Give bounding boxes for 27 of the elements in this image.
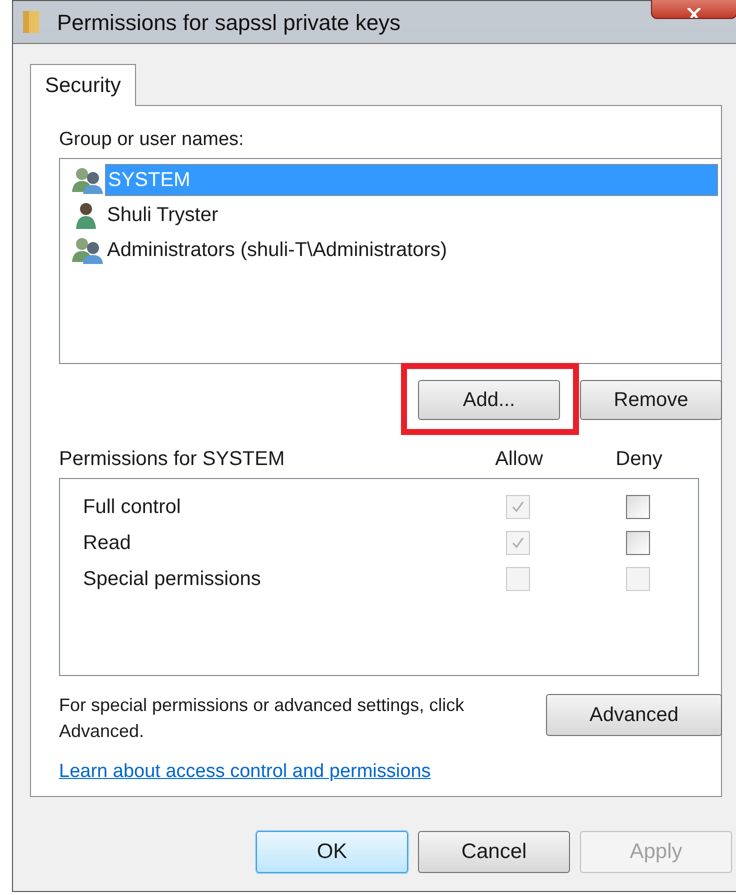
dialog-button[interactable]: Remove bbox=[580, 380, 722, 420]
column-heading: Allow bbox=[494, 447, 544, 472]
close-button[interactable] bbox=[651, 0, 736, 19]
advanced-note: For special permissions or advanced settings, click Advanced. bbox=[59, 694, 466, 743]
advanced-button[interactable]: Advanced bbox=[546, 694, 722, 736]
users-icon bbox=[71, 166, 105, 194]
permission-name: Special permissions bbox=[82, 567, 262, 592]
check-icon bbox=[511, 536, 526, 550]
checkbox[interactable] bbox=[626, 495, 650, 519]
permissions-label: Permissions for SYSTEM bbox=[59, 447, 286, 472]
dialog-button[interactable]: Cancel bbox=[418, 831, 570, 873]
check-icon bbox=[511, 500, 526, 514]
user-item[interactable]: Shuli Tryster bbox=[105, 198, 718, 230]
user-item[interactable]: Administrators (shuli-T\Administrators) bbox=[105, 234, 718, 266]
permission-name: Read bbox=[82, 531, 132, 556]
dialog-button[interactable]: Add... bbox=[418, 380, 560, 420]
users-icon bbox=[71, 236, 105, 264]
window-title: Permissions for sapssl private keys bbox=[57, 8, 401, 37]
dialog-button[interactable]: OK bbox=[256, 831, 408, 873]
group-label: Group or user names: bbox=[59, 128, 245, 152]
user-list[interactable]: SYSTEM Shuli Tryster Administrators (shuli-T\Administrators) bbox=[59, 158, 722, 364]
close-icon bbox=[686, 8, 702, 18]
column-heading: Deny bbox=[614, 447, 664, 472]
checkbox[interactable] bbox=[626, 531, 650, 555]
tab[interactable]: Security bbox=[30, 64, 136, 106]
permission-name: Full control bbox=[82, 495, 182, 520]
help-link[interactable]: Learn about access control and permissions bbox=[59, 758, 431, 786]
